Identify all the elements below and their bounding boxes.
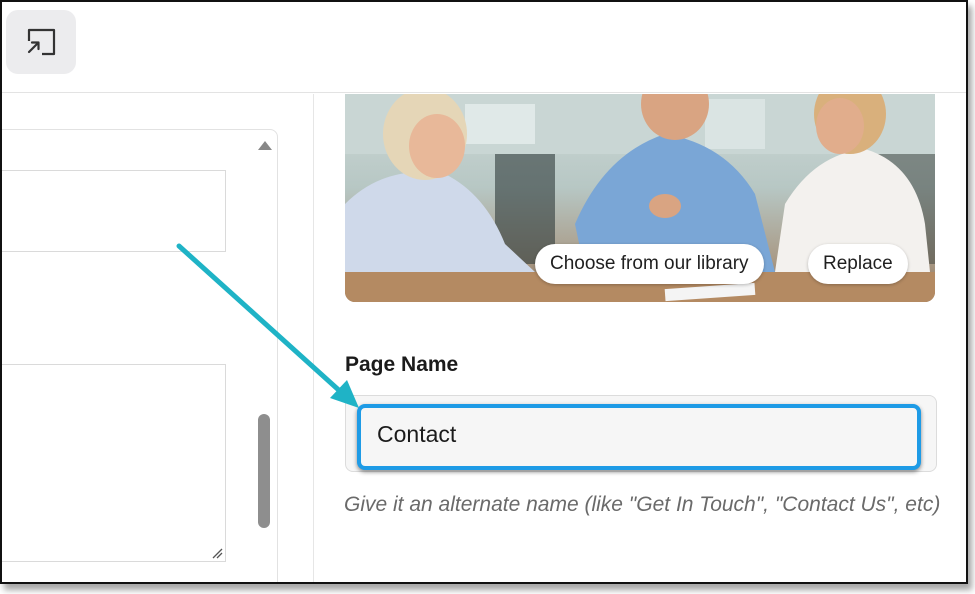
page-image: Choose from our library Replace [345, 94, 935, 302]
app-window: Choose from our library Replace Page Nam… [0, 0, 968, 584]
top-toolbar [2, 2, 966, 93]
left-panel [2, 94, 314, 582]
textarea-field[interactable] [2, 364, 226, 562]
choose-from-library-button[interactable]: Choose from our library [535, 244, 764, 284]
text-field[interactable] [2, 170, 226, 252]
page-name-help-text: Give it an alternate name (like "Get In … [344, 493, 941, 516]
scrollbar[interactable] [256, 136, 272, 582]
expand-icon [27, 28, 56, 56]
page-name-label: Page Name [345, 353, 459, 376]
right-panel: Choose from our library Replace Page Nam… [315, 94, 966, 582]
scroll-thumb[interactable] [258, 414, 270, 528]
scroll-up-arrow-icon[interactable] [258, 141, 272, 150]
page-name-input[interactable] [377, 421, 897, 448]
resize-grip-icon[interactable] [211, 547, 223, 559]
expand-button[interactable] [6, 10, 76, 74]
replace-image-button[interactable]: Replace [808, 244, 908, 284]
